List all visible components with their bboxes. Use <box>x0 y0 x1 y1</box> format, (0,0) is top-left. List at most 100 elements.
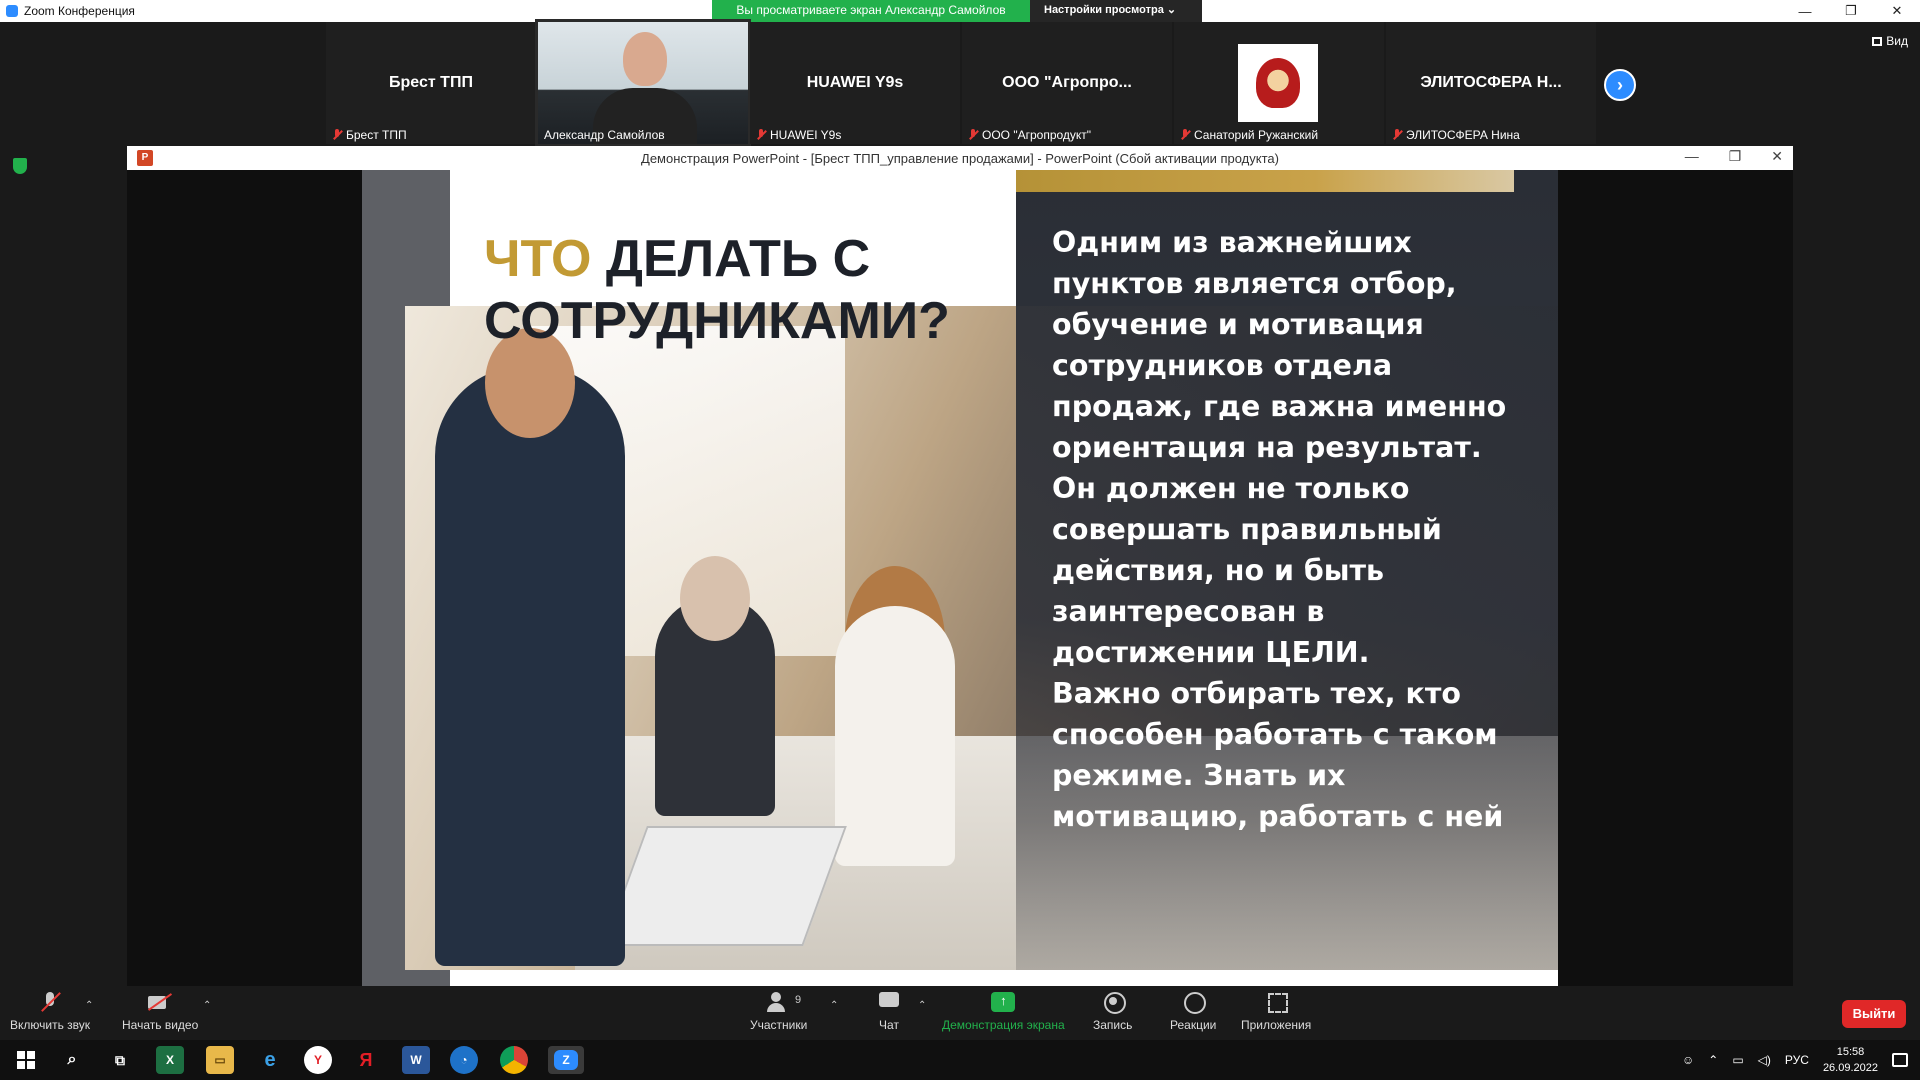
photo-seated-man-head <box>680 556 750 641</box>
slide-title: ЧТО ДЕЛАТЬ С СОТРУДНИКАМИ? <box>484 228 984 352</box>
participant-avatar-emblem <box>1238 44 1318 122</box>
reactions-icon <box>1181 992 1207 1014</box>
minimize-button[interactable]: — <box>1782 0 1828 22</box>
slide-body-paragraph: Важно отбирать тех, кто способен работат… <box>1052 677 1504 833</box>
yandex-icon[interactable]: Я <box>352 1046 380 1074</box>
volume-icon[interactable]: ◁) <box>1758 1053 1771 1067</box>
meeting-controls-bar: Включить звук ⌃ Начать видео ⌃ Участники… <box>0 986 1920 1040</box>
network-icon[interactable]: ▭ <box>1732 1053 1743 1067</box>
shared-screen: P Демонстрация PowerPoint - [Брест ТПП_у… <box>127 146 1793 986</box>
participant-tile-active-speaker[interactable]: Александр Самойлов <box>535 19 751 147</box>
windows-start-icon[interactable] <box>12 1046 40 1074</box>
app-title-text: Zoom Конференция <box>24 4 135 18</box>
mic-muted-icon <box>968 129 978 141</box>
slide-body: Одним из важнейших пунктов является отбо… <box>1052 222 1532 837</box>
participant-tile[interactable]: ООО "Агропро... ООО "Агропродукт" <box>962 22 1172 144</box>
mic-muted-icon <box>332 129 342 141</box>
mic-muted-icon <box>756 129 766 141</box>
participant-name-label: Брест ТПП <box>332 128 407 142</box>
participant-name-label: ЭЛИТОСФЕРА Нина <box>1392 128 1520 142</box>
chat-caret-icon[interactable]: ⌃ <box>918 1000 926 1011</box>
participants-icon <box>766 992 791 1012</box>
participant-tile[interactable]: Брест ТПП Брест ТПП <box>326 22 536 144</box>
messenger-icon[interactable]: ◔ <box>450 1046 478 1074</box>
participant-name-label: ООО "Агропродукт" <box>968 128 1091 142</box>
participant-tile[interactable]: ЭЛИТОСФЕРА Н... ЭЛИТОСФЕРА Нина <box>1386 22 1596 144</box>
powerpoint-titlebar: P Демонстрация PowerPoint - [Брест ТПП_у… <box>127 146 1793 170</box>
leave-button[interactable]: Выйти <box>1842 1000 1906 1028</box>
participant-name-label: Санаторий Ружанский <box>1180 128 1318 142</box>
record-button[interactable]: Запись <box>1093 992 1132 1032</box>
participant-strip: Брест ТПП Брест ТПП Александр Самойлов H… <box>326 19 1596 147</box>
notifications-icon[interactable] <box>1892 1053 1908 1067</box>
search-icon[interactable]: ⌕ <box>58 1046 86 1074</box>
internet-explorer-icon[interactable]: e <box>256 1046 284 1074</box>
start-video-button[interactable]: Начать видео <box>122 992 198 1032</box>
slide-gold-bar <box>1016 170 1514 192</box>
file-explorer-icon[interactable]: ▭ <box>206 1046 234 1074</box>
share-screen-button[interactable]: ↑ Демонстрация экрана <box>942 992 1065 1032</box>
windows-taskbar: ⌕ ⧉ X ▭ e Y Я W ◔ Z ☺ ⌃ ▭ ◁) РУС 15:58 2… <box>0 1040 1920 1080</box>
system-tray: ☺ ⌃ ▭ ◁) РУС 15:58 26.09.2022 <box>1682 1040 1920 1080</box>
task-view-icon[interactable]: ⧉ <box>106 1046 134 1074</box>
window-titlebar: Zoom Конференция Вы просматриваете экран… <box>0 0 1920 22</box>
camera-off-icon <box>148 992 172 1012</box>
person-icon[interactable]: ☺ <box>1682 1053 1694 1067</box>
participant-video-head <box>623 32 667 86</box>
participant-display-name: HUAWEI Y9s <box>806 74 904 91</box>
encryption-shield-icon[interactable] <box>13 158 27 174</box>
record-icon <box>1101 992 1126 1014</box>
view-button[interactable]: Вид <box>1872 34 1908 48</box>
participants-count: 9 <box>795 994 802 1006</box>
next-page-arrow-icon[interactable]: › <box>1604 69 1636 101</box>
participant-name-label: HUAWEI Y9s <box>756 128 841 142</box>
unmute-button[interactable]: Включить звук <box>10 992 90 1032</box>
word-icon[interactable]: W <box>402 1046 430 1074</box>
tray-up-arrow-icon[interactable]: ⌃ <box>1708 1053 1718 1067</box>
restore-button[interactable]: ❐ <box>1828 0 1874 22</box>
microphone-muted-icon <box>38 992 62 1012</box>
zoom-taskbar-icon[interactable]: Z <box>548 1046 584 1074</box>
apps-icon <box>1264 992 1289 1013</box>
share-screen-icon: ↑ <box>991 992 1016 1012</box>
close-button[interactable]: ✕ <box>1874 0 1920 22</box>
grid-view-icon <box>1872 36 1883 46</box>
video-options-caret-icon[interactable]: ⌃ <box>203 1000 211 1011</box>
slide-body-paragraph: Одним из важнейших пунктов является отбо… <box>1052 226 1507 669</box>
chat-button[interactable]: Чат <box>877 992 901 1032</box>
clock[interactable]: 15:58 26.09.2022 <box>1823 1044 1878 1076</box>
language-indicator[interactable]: РУС <box>1785 1053 1809 1067</box>
excel-icon[interactable]: X <box>156 1046 184 1074</box>
participant-tile[interactable]: Санаторий Ружанский <box>1174 22 1384 144</box>
share-banner-message: Вы просматриваете экран Александр Самойл… <box>712 0 1030 22</box>
chat-icon <box>877 992 901 1012</box>
participant-display-name: ООО "Агропро... <box>1002 74 1132 91</box>
participant-tile[interactable]: HUAWEI Y9s HUAWEI Y9s <box>750 22 960 144</box>
apps-button[interactable]: Приложения <box>1241 992 1311 1032</box>
reactions-button[interactable]: Реакции <box>1170 992 1216 1032</box>
zoom-logo-icon <box>6 5 18 17</box>
slide-bottom-strip <box>450 970 1558 986</box>
window-controls: — ❐ ✕ <box>1782 0 1920 22</box>
share-banner: Вы просматриваете экран Александр Самойл… <box>712 0 1202 22</box>
clock-date: 26.09.2022 <box>1822 1062 1878 1074</box>
yandex-browser-icon[interactable]: Y <box>304 1046 332 1074</box>
mic-muted-icon <box>1180 129 1190 141</box>
ppt-restore-button[interactable]: ❐ <box>1729 148 1742 165</box>
photo-presenter <box>435 366 625 966</box>
ppt-minimize-button[interactable]: — <box>1685 148 1699 165</box>
view-options-button[interactable]: Настройки просмотра ⌄ <box>1030 0 1202 22</box>
audio-options-caret-icon[interactable]: ⌃ <box>85 1000 93 1011</box>
photo-woman <box>835 606 955 866</box>
chrome-icon[interactable] <box>500 1046 528 1074</box>
powerpoint-window-title: Демонстрация PowerPoint - [Брест ТПП_упр… <box>641 151 1279 166</box>
participant-display-name: ЭЛИТОСФЕРА Н... <box>1420 74 1562 91</box>
app-title: Zoom Конференция <box>6 4 135 18</box>
mic-muted-icon <box>1392 129 1402 141</box>
ppt-close-button[interactable]: ✕ <box>1771 148 1783 165</box>
presentation-slide: ЧТО ДЕЛАТЬ С СОТРУДНИКАМИ? Одним из важн… <box>362 170 1558 986</box>
powerpoint-window-controls: — ❐ ✕ <box>1685 148 1783 165</box>
participant-name-label: Александр Самойлов <box>544 128 665 142</box>
slide-title-accent: ЧТО <box>484 230 592 288</box>
participants-caret-icon[interactable]: ⌃ <box>830 1000 838 1011</box>
